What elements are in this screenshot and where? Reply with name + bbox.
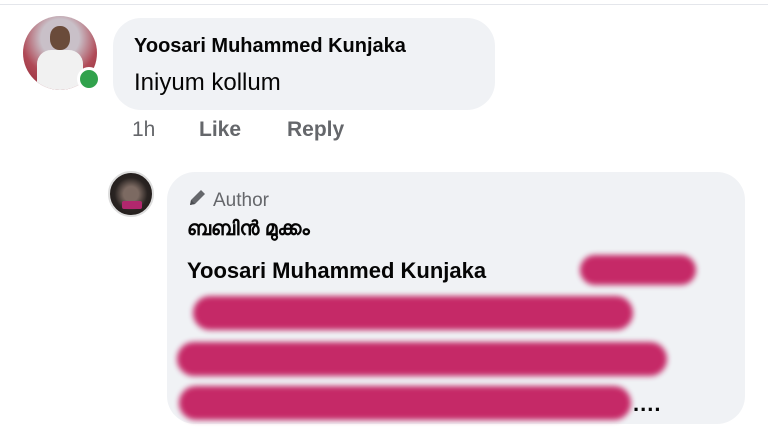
comment-author-name[interactable]: Yoosari Muhammed Kunjaka [134,35,406,58]
comment-bubble: Yoosari Muhammed Kunjaka Iniyum kollum [113,18,495,110]
reply-bubble: Author ബബിൻ മുക്കം Yoosari Muhammed Kunj… [167,172,745,424]
avatar-badge [122,201,142,209]
author-badge-label: Author [213,190,269,211]
redacted-text [580,255,696,285]
comment-time[interactable]: 1h [132,118,155,142]
redacted-text [193,296,633,330]
top-divider [0,4,768,5]
avatar-shirt [37,50,83,90]
avatar-head [50,26,70,50]
reply-button[interactable]: Reply [287,118,344,142]
redacted-text [177,342,667,376]
author-badge: Author [187,188,269,212]
reply-text: Yoosari Muhammed Kunjaka [187,258,486,284]
redacted-text [179,386,631,420]
reply-author-name[interactable]: ബബിൻ മുക്കം [187,218,310,241]
comment-text: Iniyum kollum [134,69,281,96]
like-button[interactable]: Like [199,118,241,142]
mention-link[interactable]: Yoosari Muhammed Kunjaka [187,258,486,283]
online-status-icon [77,67,101,91]
truncation-ellipsis: .... [633,391,662,416]
reply-author-avatar[interactable] [108,171,154,217]
pencil-icon [190,190,205,205]
